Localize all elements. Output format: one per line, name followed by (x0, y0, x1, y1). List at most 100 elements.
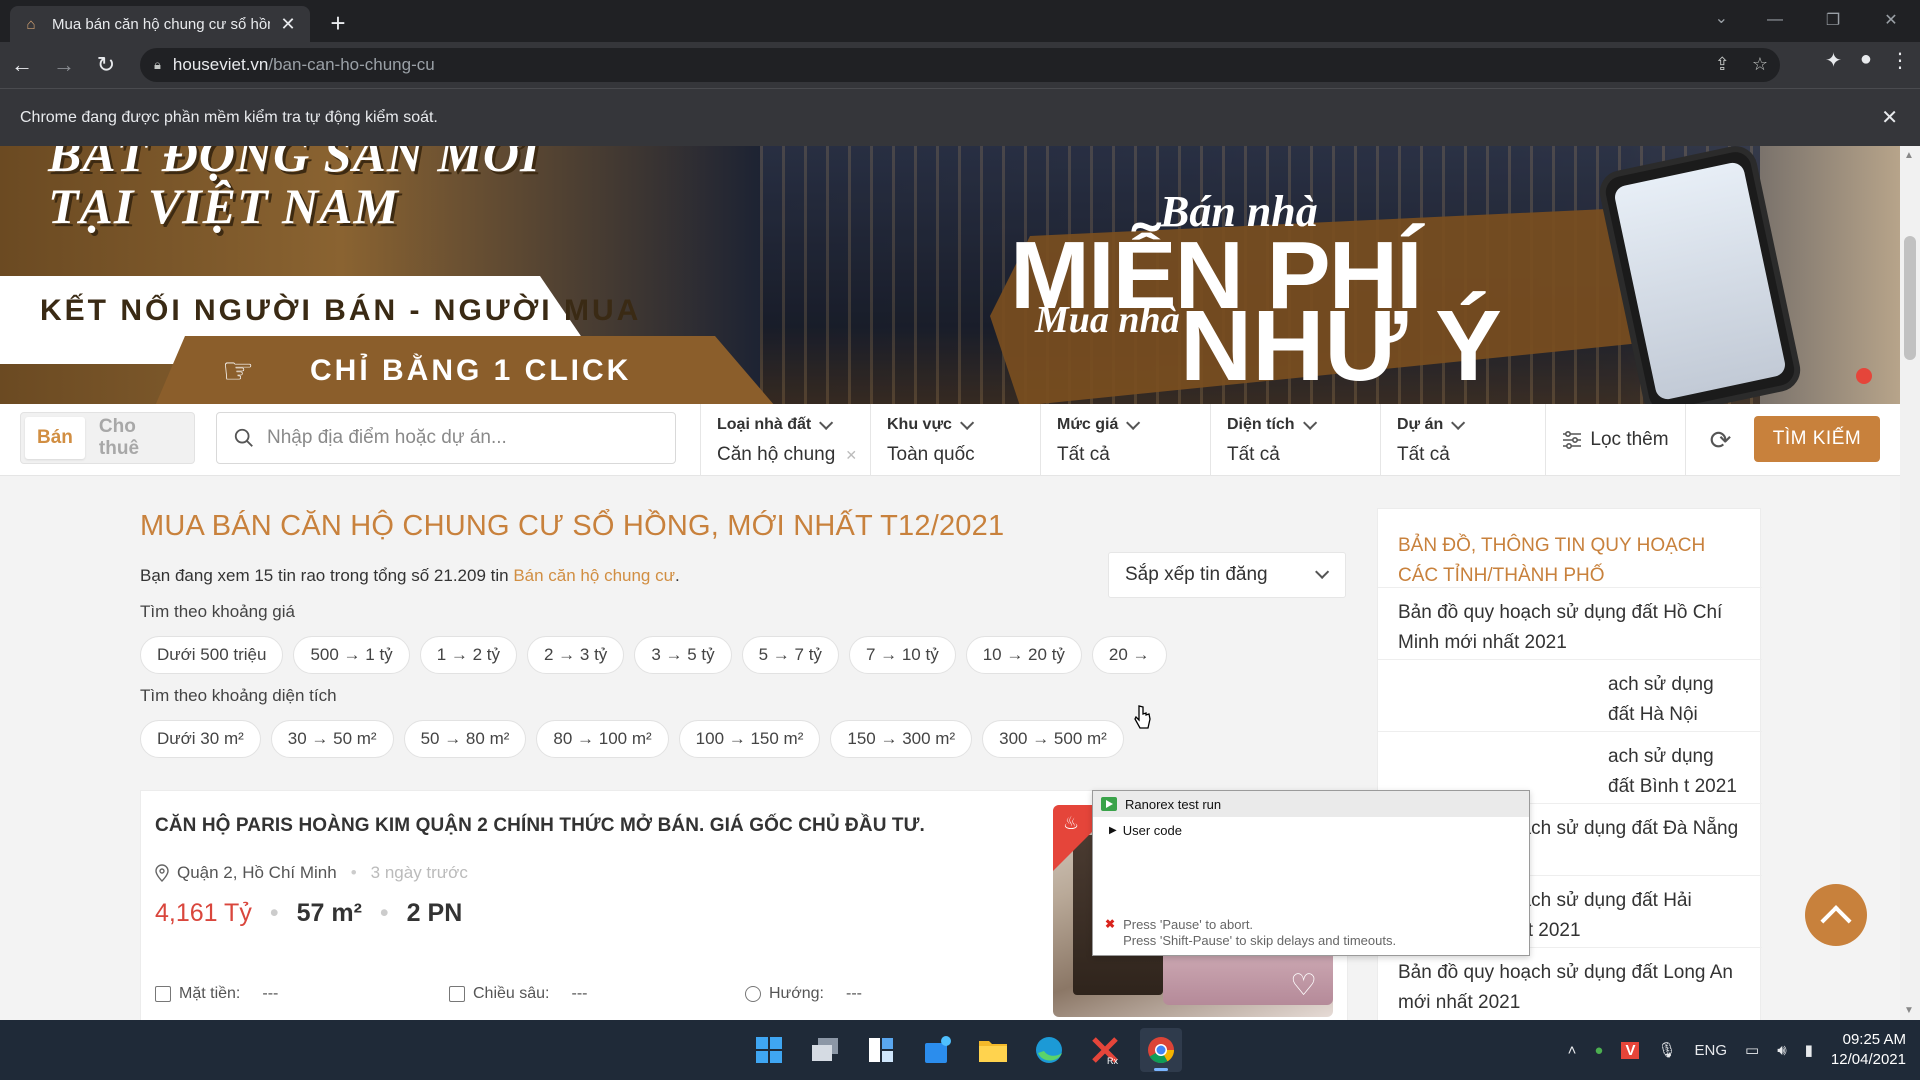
reload-icon[interactable]: ↻ (86, 45, 126, 85)
area-chip[interactable]: 30 → 50 m² (270, 720, 394, 758)
price-chip[interactable]: 500 → 1 tỷ (293, 636, 410, 674)
price-chip[interactable]: 1 → 2 tỷ (419, 636, 517, 674)
frontage-label: Mặt tiền: (179, 985, 241, 1002)
sidebar-link[interactable]: ach sử dụng đất Hà Nội (1378, 659, 1762, 731)
category-link[interactable]: Bán căn hộ chung cư (513, 566, 675, 585)
pointing-hand-icon: ☞ (222, 350, 255, 391)
area-chip[interactable]: 100 → 150 m² (678, 720, 821, 758)
filter-project[interactable]: Dự án Tất cả (1380, 404, 1545, 476)
scroll-up-icon[interactable]: ▲ (1904, 150, 1914, 161)
sort-dropdown[interactable]: Sắp xếp tin đăng (1108, 552, 1346, 598)
depth-info: Chiều sâu: --- (449, 985, 745, 1003)
direction-label: Hướng: (769, 985, 824, 1002)
scrollbar-thumb[interactable] (1904, 236, 1916, 360)
tab-search-icon[interactable]: ⌄ (1715, 8, 1728, 28)
banner-indicator-dot[interactable] (1856, 368, 1872, 384)
sidebar-link[interactable]: Bản đồ quy hoạch sử dụng đất Long An mới… (1378, 947, 1762, 1019)
mouse-cursor-icon (1134, 705, 1151, 729)
price-chip[interactable]: 5 → 7 tỷ (741, 636, 839, 674)
language-indicator[interactable]: ENG (1695, 1042, 1728, 1059)
scroll-to-top-button[interactable] (1805, 884, 1867, 946)
expand-caret-icon[interactable]: ▶ (1109, 825, 1117, 836)
profile-icon[interactable]: ● (1860, 48, 1872, 73)
price-chip[interactable]: Dưới 500 triệu (140, 636, 284, 674)
results-summary: Bạn đang xem 15 tin rao trong tổng số 21… (140, 566, 680, 586)
network-icon[interactable]: ▭ (1745, 1041, 1759, 1059)
sidebar-link[interactable]: Bản đồ quy hoạch sử dụng đất Hồ Chí Minh… (1378, 587, 1762, 659)
filter-region[interactable]: Khu vực Toàn quốc (870, 404, 1040, 476)
scroll-down-icon[interactable]: ▼ (1904, 1005, 1914, 1016)
search-field[interactable] (216, 412, 676, 464)
battery-icon[interactable]: ▮ (1805, 1041, 1813, 1059)
close-window-icon[interactable]: ✕ (1862, 0, 1920, 40)
banner-headline: BẤT ĐỘNG SẢN MỚI TẠI VIỆT NAM (48, 146, 540, 232)
listing-title[interactable]: CĂN HỘ PARIS HOÀNG KIM QUẬN 2 CHÍNH THỨC… (155, 815, 925, 837)
address-bar[interactable]: 🔒︎ houseviet.vn/ban-can-ho-chung-cu ⇪ ☆ (140, 48, 1780, 82)
hero-banner[interactable]: BẤT ĐỘNG SẢN MỚI TẠI VIỆT NAM KẾT NỐI NG… (0, 146, 1900, 404)
area-chip[interactable]: 150 → 300 m² (830, 720, 973, 758)
area-chip[interactable]: Dưới 30 m² (140, 720, 261, 758)
forward-icon[interactable]: → (44, 45, 84, 85)
ranorex-hint-pause: Press 'Pause' to abort. (1123, 917, 1254, 932)
chevron-down-icon (1126, 415, 1141, 430)
filter-property-type[interactable]: Loại nhà đất Căn hộ chung ✕ (700, 404, 870, 476)
lock-icon[interactable]: 🔒︎ (154, 57, 161, 73)
ranorex-logo-icon (1101, 797, 1117, 811)
chevron-up-icon[interactable]: ˄ (1568, 1042, 1577, 1059)
tray-app-icon[interactable]: ● (1594, 1042, 1603, 1059)
edge-icon[interactable] (1028, 1028, 1070, 1072)
location-text: Quận 2, Hồ Chí Minh (177, 863, 337, 882)
clock[interactable]: 09:25 AM 12/04/2021 (1831, 1030, 1906, 1070)
minimize-icon[interactable]: — (1746, 0, 1804, 40)
task-view-icon[interactable] (804, 1028, 846, 1072)
tray-v-icon[interactable]: V (1621, 1041, 1640, 1059)
search-button[interactable]: TÌM KIẾM (1754, 416, 1880, 462)
url-path: /ban-can-ho-chung-cu (268, 55, 435, 74)
widgets-icon[interactable] (860, 1028, 902, 1072)
filter-price[interactable]: Mức giá Tất cả (1040, 404, 1210, 476)
reset-filters-icon[interactable]: ⟳ (1685, 404, 1755, 476)
listing-bedrooms: 2 PN (406, 899, 463, 927)
area-chip[interactable]: 300 → 500 m² (982, 720, 1124, 758)
chevron-down-icon (1451, 415, 1466, 430)
sliders-icon (1563, 431, 1582, 449)
mode-rent-button[interactable]: Cho thuê (85, 416, 190, 459)
share-icon[interactable]: ⇪ (1715, 54, 1730, 75)
price-chip[interactable]: 2 → 3 tỷ (527, 636, 625, 674)
close-tab-icon[interactable]: ✕ (278, 14, 298, 35)
area-chip[interactable]: 80 → 100 m² (536, 720, 669, 758)
maximize-icon[interactable]: ❐ (1804, 0, 1862, 40)
extensions-icon[interactable]: ✦ (1825, 48, 1842, 73)
search-input[interactable] (267, 427, 647, 449)
url-domain: houseviet.vn (172, 55, 269, 74)
error-x-icon: ✖ (1105, 917, 1116, 931)
close-infobar-icon[interactable]: ✕ (1881, 105, 1898, 130)
filter-area[interactable]: Diện tích Tất cả (1210, 404, 1380, 476)
browser-tab[interactable]: ⌂ Mua bán căn hộ chung cư sổ hồng ✕ (10, 6, 310, 42)
chrome-icon[interactable] (1140, 1028, 1182, 1072)
price-chip[interactable]: 3 → 5 tỷ (634, 636, 732, 674)
back-icon[interactable]: ← (2, 45, 42, 85)
file-explorer-icon[interactable] (972, 1028, 1014, 1072)
bookmark-star-icon[interactable]: ☆ (1752, 54, 1768, 75)
price-chip[interactable]: 20 → (1091, 636, 1167, 674)
price-chip[interactable]: 10 → 20 tỷ (965, 636, 1082, 674)
ranorex-icon[interactable]: Rx (1084, 1028, 1126, 1072)
page-scrollbar[interactable]: ▲ ▼ (1900, 146, 1920, 1020)
ranorex-tree-node[interactable]: ▶ User code (1093, 817, 1529, 838)
mode-sale-button[interactable]: Bán (25, 417, 85, 459)
area-chip[interactable]: 50 → 80 m² (403, 720, 527, 758)
windows-start-icon[interactable] (748, 1028, 790, 1072)
price-chip[interactable]: 7 → 10 tỷ (848, 636, 956, 674)
search-icon (234, 428, 253, 447)
banner-connect-text: KẾT NỐI NGƯỜI BÁN - NGƯỜI MUA (40, 294, 642, 327)
microphone-icon[interactable]: 🎙︎ (1657, 1041, 1676, 1059)
menu-icon[interactable]: ⋮ (1890, 48, 1910, 73)
volume-icon[interactable]: 🔊︎ (1777, 1042, 1786, 1059)
favorite-heart-icon[interactable]: ♡ (1290, 968, 1317, 1003)
page-title: MUA BÁN CĂN HỘ CHUNG CƯ SỔ HỒNG, MỚI NHẤ… (140, 510, 1005, 542)
more-filters-button[interactable]: Lọc thêm (1545, 404, 1685, 476)
store-icon[interactable] (916, 1028, 958, 1072)
clear-filter-icon[interactable]: ✕ (845, 447, 857, 464)
new-tab-icon[interactable]: + (325, 8, 351, 39)
